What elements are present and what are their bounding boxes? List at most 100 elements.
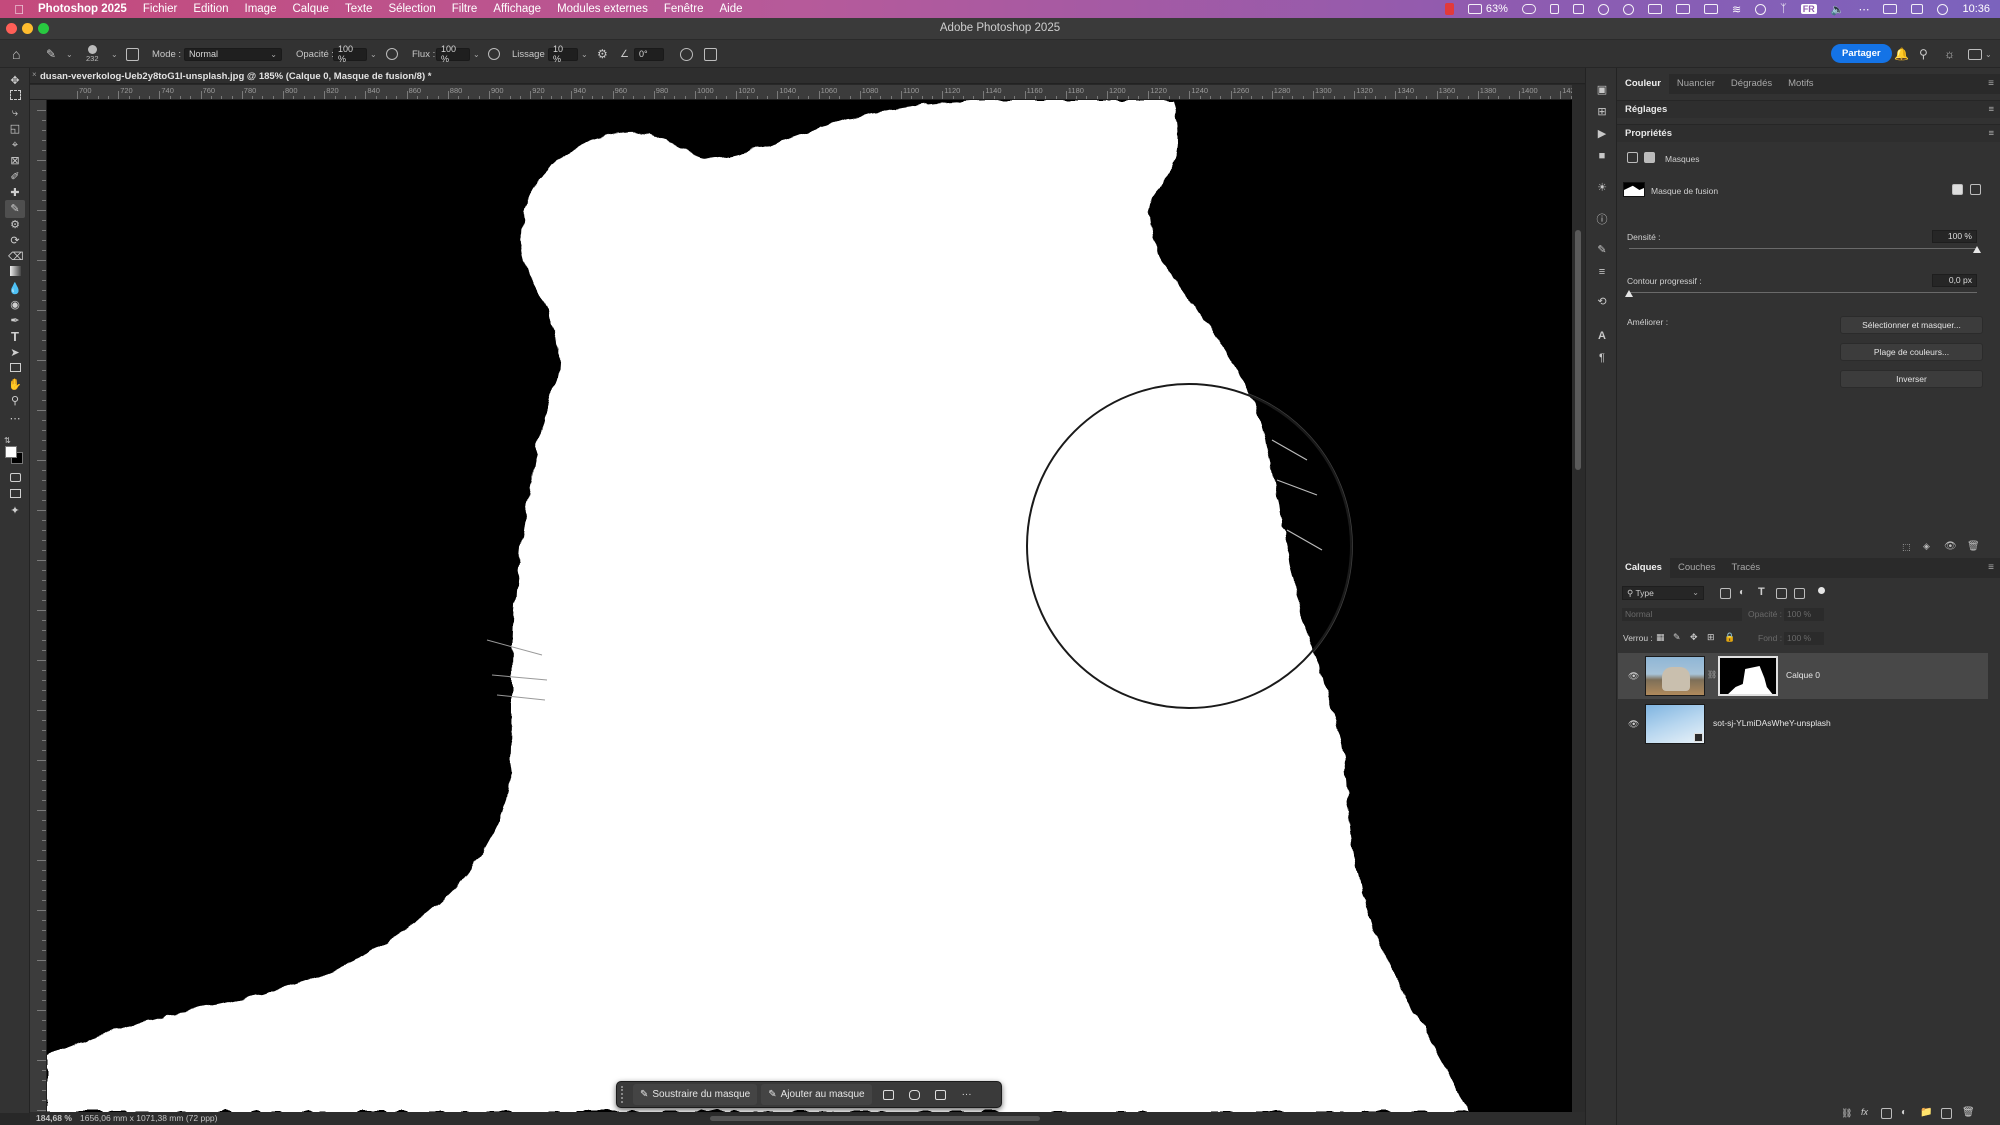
- smoothing-options-gear-icon[interactable]: ⚙: [597, 40, 608, 68]
- path-selection-tool-icon[interactable]: ➤: [8, 346, 22, 360]
- layer-row-calque-0[interactable]: 👁 ⛓ Calque 0: [1618, 653, 1988, 699]
- tab-nuancier[interactable]: Nuancier: [1669, 74, 1723, 94]
- generative-fill-icon[interactable]: ✦: [8, 504, 22, 518]
- tab-degrades[interactable]: Dégradés: [1723, 74, 1780, 94]
- lock-all-padlock-icon[interactable]: 🔒: [1724, 632, 1735, 643]
- character-icon[interactable]: A: [1595, 330, 1609, 343]
- object-selection-tool-icon[interactable]: ◱: [8, 122, 22, 136]
- add-to-mask-button[interactable]: ✎ Ajouter au masque: [761, 1084, 872, 1105]
- eyedropper-tool-icon[interactable]: ✐: [8, 170, 22, 184]
- comments-icon[interactable]: ■: [1595, 150, 1609, 163]
- invert-mask-icon[interactable]: [902, 1084, 928, 1105]
- link-layers-icon[interactable]: ⛓: [1841, 1108, 1852, 1119]
- swap-colors-icon[interactable]: ⇅: [4, 436, 11, 445]
- invert-button[interactable]: Inverser: [1840, 370, 1983, 388]
- info-icon[interactable]: ⓘ: [1595, 214, 1609, 227]
- frame-tool-icon[interactable]: ⊠: [8, 154, 22, 168]
- vertical-scrollbar-thumb[interactable]: [1575, 230, 1581, 470]
- layer-visibility-eye-icon[interactable]: 👁: [1628, 719, 1639, 730]
- menu-affichage[interactable]: Affichage: [493, 3, 541, 15]
- filter-smart-object-icon[interactable]: [1794, 588, 1805, 602]
- lock-transparency-icon[interactable]: ▦: [1656, 632, 1665, 643]
- horizontal-ruler[interactable]: 700 720 740 760 780 800 820 840 860 880 900 920 940 9…: [30, 85, 1572, 100]
- screen-mode-icon[interactable]: [8, 488, 22, 502]
- filter-adjustment-icon[interactable]: ◐: [1739, 587, 1745, 598]
- brush-settings-icon[interactable]: ✎: [1595, 244, 1609, 257]
- zoom-tool-icon[interactable]: ⚲: [8, 394, 22, 408]
- lock-position-move-icon[interactable]: ✥: [1690, 632, 1698, 643]
- tab-couleur[interactable]: Couleur: [1617, 74, 1669, 94]
- panel-menu-icon[interactable]: ≡: [1988, 78, 1994, 89]
- menu-aide[interactable]: Aide: [719, 3, 742, 15]
- lock-artboard-icon[interactable]: ⊞: [1707, 632, 1715, 643]
- home-icon[interactable]: ⌂: [12, 40, 20, 68]
- layer-filter-select[interactable]: ⚲ Type ⌄: [1622, 586, 1704, 600]
- color-range-button[interactable]: Plage de couleurs...: [1840, 343, 1983, 361]
- paragraph-icon[interactable]: ¶: [1595, 352, 1609, 365]
- control-strip-icon[interactable]: [1703, 4, 1718, 14]
- mode-select[interactable]: Normal ⌄: [184, 40, 282, 68]
- layer-name[interactable]: sot-sj-YLmiDAsWheY-unsplash: [1713, 718, 1831, 728]
- recording-indicator-icon[interactable]: [1444, 3, 1454, 15]
- menu-selection[interactable]: Sélection: [388, 3, 435, 15]
- subtract-from-mask-button[interactable]: ✎ Soustraire du masque: [633, 1084, 758, 1105]
- density-input[interactable]: 100 %: [1932, 230, 1977, 243]
- vertical-scrollbar[interactable]: [1572, 85, 1585, 1112]
- search-icon[interactable]: ⚲: [1919, 40, 1928, 68]
- clock[interactable]: 10:36: [1962, 3, 1990, 15]
- type-tool-icon[interactable]: T: [8, 330, 22, 344]
- airbrush-icon[interactable]: [488, 40, 500, 68]
- keyboard-layout[interactable]: FR: [1800, 4, 1817, 14]
- brush-tool-icon[interactable]: ✎: [5, 200, 25, 218]
- marquee-tool-icon[interactable]: [8, 90, 22, 104]
- document-canvas[interactable]: [47, 100, 1572, 1112]
- time-machine-icon[interactable]: [1755, 3, 1767, 15]
- menu-filtre[interactable]: Filtre: [452, 3, 478, 15]
- proprietes-panel-header[interactable]: Propriétés ≡: [1617, 124, 2000, 142]
- tab-motifs[interactable]: Motifs: [1780, 74, 1821, 94]
- brush-size-picker[interactable]: 232: [86, 40, 99, 68]
- angle-input[interactable]: 0°: [634, 40, 664, 68]
- close-document-icon[interactable]: ×: [32, 70, 37, 79]
- disable-mask-eye-icon[interactable]: 👁: [1944, 541, 1957, 552]
- history-brush-tool-icon[interactable]: ⟳: [8, 234, 22, 248]
- add-mask-icon[interactable]: [1881, 1108, 1892, 1122]
- navigator-icon[interactable]: ⊞: [1595, 106, 1609, 119]
- hand-tool-icon[interactable]: ✋: [8, 378, 22, 392]
- siri-icon[interactable]: [1937, 3, 1949, 15]
- reglages-menu-icon[interactable]: ≡: [1988, 101, 1994, 119]
- smoothing-input[interactable]: 10 % ⌄: [548, 40, 588, 68]
- load-selection-icon[interactable]: ⬚: [1902, 542, 1911, 553]
- menu-modules-externes[interactable]: Modules externes: [557, 3, 648, 15]
- layer-name[interactable]: Calque 0: [1786, 670, 1820, 680]
- more-options-button[interactable]: ···: [954, 1084, 980, 1105]
- rectangle-tool-icon[interactable]: [8, 362, 22, 376]
- brush-settings-icon[interactable]: [126, 40, 139, 68]
- notifications-bell-icon[interactable]: 🔔: [1894, 40, 1909, 68]
- histogram-icon[interactable]: ▣: [1595, 84, 1609, 97]
- fill-input[interactable]: 100 %: [1784, 632, 1824, 645]
- control-center-icon[interactable]: [1911, 4, 1924, 14]
- zoom-level[interactable]: 184,68 %: [36, 1113, 72, 1123]
- opacity-input[interactable]: 100 % ⌄: [333, 40, 377, 68]
- pen-tool-icon[interactable]: ✒: [8, 314, 22, 328]
- density-slider-track[interactable]: [1629, 248, 1977, 249]
- sliders-icon[interactable]: ≡: [1595, 266, 1609, 279]
- discover-lightbulb-icon[interactable]: ☼: [1944, 40, 1955, 68]
- clone-stamp-tool-icon[interactable]: ⚙: [8, 218, 22, 232]
- proprietes-menu-icon[interactable]: ≡: [1988, 125, 1994, 143]
- delete-mask-trash-icon[interactable]: 🗑: [1967, 541, 1980, 552]
- menu-image[interactable]: Image: [245, 3, 277, 15]
- move-tool-icon[interactable]: ✥: [8, 74, 22, 88]
- more-tools-icon[interactable]: ⋯: [8, 412, 22, 426]
- layer-mask-thumbnail[interactable]: [1718, 656, 1778, 696]
- density-slider-knob[interactable]: [1973, 246, 1981, 253]
- account-icon[interactable]: [1597, 3, 1609, 15]
- pressure-size-icon[interactable]: [680, 40, 693, 68]
- tab-traces[interactable]: Tracés: [1723, 558, 1768, 578]
- dots-icon[interactable]: ⋯: [1858, 3, 1869, 16]
- document-info[interactable]: 1656,06 mm x 1071,38 mm (72 ppp): [80, 1113, 218, 1123]
- workspace-switcher-icon[interactable]: ⌄: [1968, 40, 1992, 68]
- healing-brush-tool-icon[interactable]: ✚: [8, 186, 22, 200]
- apple-menu-icon[interactable]: : [0, 2, 38, 17]
